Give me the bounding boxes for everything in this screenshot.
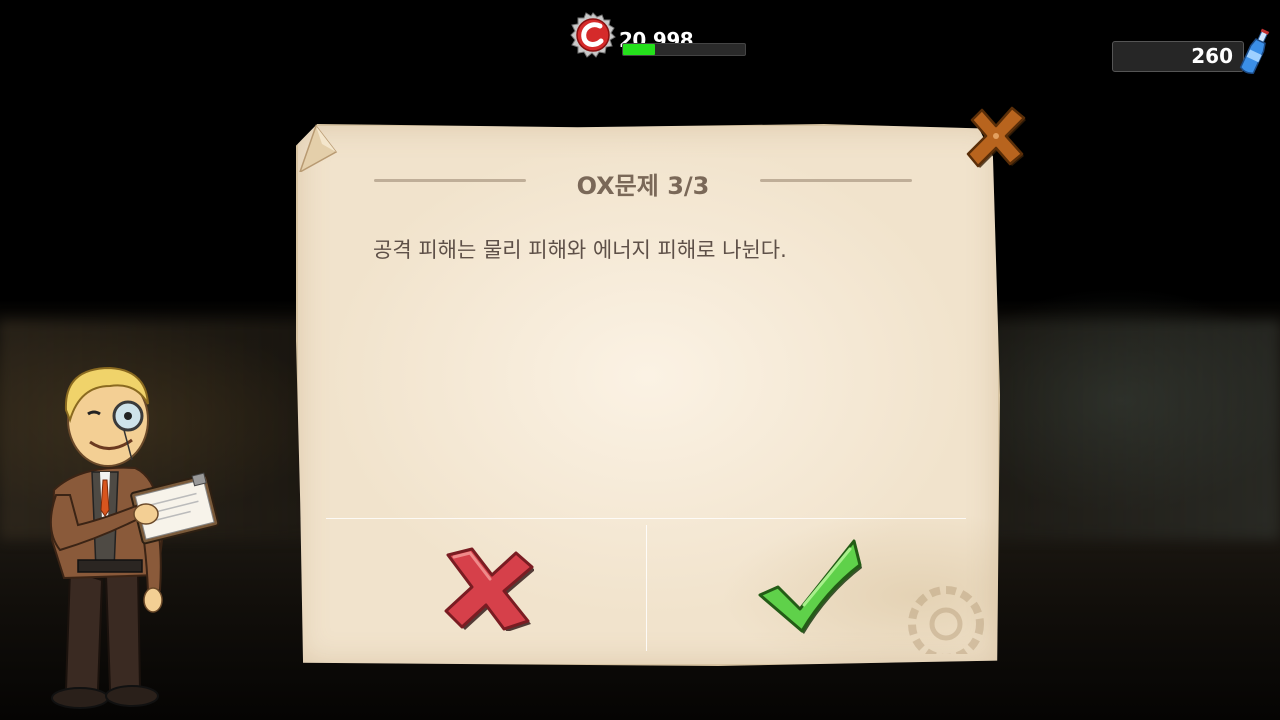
quantum-value: 260: [1191, 44, 1233, 68]
title-line-right: [760, 179, 912, 182]
nuka-cola-quantum-icon: [1239, 28, 1270, 74]
answer-divider: [646, 525, 647, 651]
question-text: 공격 피해는 물리 피해와 에너지 피해로 나뉜다.: [373, 238, 787, 262]
quantum-box: 260: [1112, 41, 1244, 72]
x-mark-icon: [444, 547, 534, 631]
quantum-counter: 260: [1112, 28, 1272, 80]
check-mark-icon: [758, 539, 862, 634]
ox-quiz-dialog: OX문제 3/3 공격 피해는 물리 피해와 에너지 피해로 나뉜다.: [296, 106, 1026, 666]
folded-corner: [299, 124, 338, 172]
true-answer-button[interactable]: [648, 519, 966, 655]
caps-progress-bar: [622, 43, 746, 56]
bottle-cap-icon: [570, 12, 616, 58]
close-icon[interactable]: [964, 104, 1028, 168]
answer-area: [326, 518, 966, 655]
title-line-left: [374, 179, 526, 182]
false-answer-button[interactable]: [326, 519, 644, 655]
vault-boy-character: [49, 366, 220, 709]
game-scene: 20,998 260 OX문제 3/3 공격 피해는 물리 피해와 에너지 피해…: [0, 0, 1280, 720]
caps-counter: 20,998: [570, 12, 750, 62]
caps-progress-fill: [623, 44, 655, 55]
dialog-title: OX문제 3/3: [576, 172, 710, 200]
